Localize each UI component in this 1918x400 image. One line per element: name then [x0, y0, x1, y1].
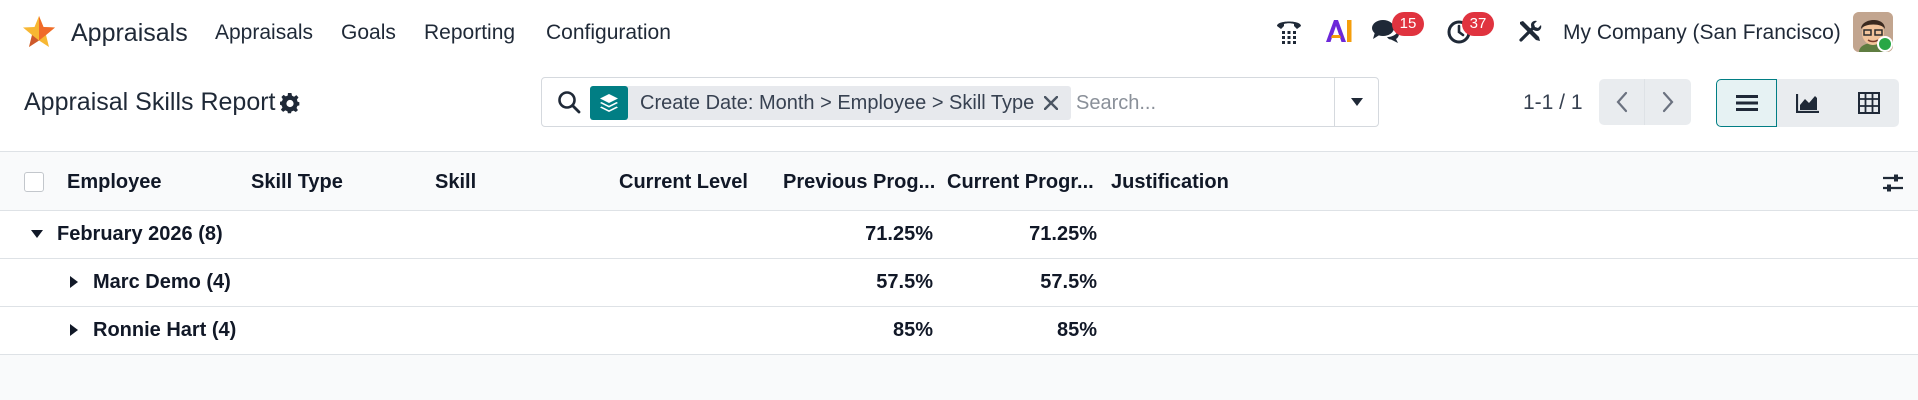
caret-down-icon — [1350, 98, 1363, 106]
caret-down-icon — [31, 230, 43, 238]
facet-close-icon[interactable] — [1038, 90, 1064, 116]
list-view-button[interactable] — [1716, 79, 1777, 127]
app-name[interactable]: Appraisals — [71, 19, 188, 48]
menu-reporting[interactable]: Reporting — [424, 21, 515, 45]
group-current-progress: 57.5% — [1040, 271, 1097, 293]
group-by-layers-icon — [590, 86, 628, 120]
caret-right-icon — [70, 276, 78, 288]
group-previous-progress: 85% — [892, 319, 933, 341]
caret-right-icon — [70, 324, 78, 336]
column-previous-progress[interactable]: Previous Prog... — [783, 171, 935, 194]
column-skill-type[interactable]: Skill Type — [251, 171, 343, 194]
pager-next-button[interactable] — [1645, 79, 1691, 125]
top-navbar: Appraisals Appraisals Goals Reporting Co… — [0, 0, 1918, 64]
column-current-level[interactable]: Current Level — [619, 171, 748, 194]
area-chart-icon — [1795, 94, 1819, 113]
group-row[interactable]: Ronnie Hart (4) 85% 85% — [0, 307, 1918, 355]
group-row[interactable]: February 2026 (8) 71.25% 71.25% — [0, 211, 1918, 259]
gear-icon[interactable] — [280, 93, 302, 115]
messages-badge: 15 — [1392, 12, 1424, 36]
skills-list: Employee Skill Type Skill Current Level … — [0, 153, 1918, 355]
search-input[interactable] — [1076, 86, 1326, 120]
appraisals-logo-icon[interactable] — [21, 15, 57, 49]
list-header: Employee Skill Type Skill Current Level … — [0, 153, 1918, 211]
group-label: February 2026 (8) — [57, 223, 223, 245]
menu-configuration[interactable]: Configuration — [546, 21, 671, 45]
company-switcher[interactable]: My Company (San Francisco) — [1563, 21, 1841, 45]
column-justification[interactable]: Justification — [1111, 171, 1229, 194]
column-employee[interactable]: Employee — [67, 171, 161, 194]
group-label: Marc Demo (4) — [93, 271, 231, 293]
column-current-progress[interactable]: Current Progr... — [947, 171, 1094, 194]
tools-icon[interactable] — [1513, 14, 1547, 48]
chevron-left-icon — [1616, 91, 1627, 113]
page-title: Appraisal Skills Report — [24, 88, 276, 116]
table-icon — [1857, 92, 1880, 114]
menu-appraisals[interactable]: Appraisals — [215, 21, 313, 45]
pager-value[interactable]: 1-1 / 1 — [1523, 91, 1583, 115]
search-options-toggle[interactable] — [1334, 78, 1378, 126]
group-label: Ronnie Hart (4) — [93, 319, 237, 341]
pivot-view-button[interactable] — [1838, 79, 1899, 127]
search-icon[interactable] — [556, 89, 582, 115]
graph-view-button[interactable] — [1777, 79, 1838, 127]
search-facet: Create Date: Month > Employee > Skill Ty… — [590, 86, 1071, 120]
select-all-checkbox[interactable] — [24, 172, 44, 192]
sliders-icon[interactable] — [1881, 171, 1905, 195]
column-skill[interactable]: Skill — [435, 171, 476, 194]
ai-icon[interactable] — [1322, 14, 1356, 48]
search-bar: Create Date: Month > Employee > Skill Ty… — [541, 77, 1379, 127]
menu-goals[interactable]: Goals — [341, 21, 396, 45]
pager-previous-button[interactable] — [1599, 79, 1645, 125]
group-row[interactable]: Marc Demo (4) 57.5% 57.5% — [0, 259, 1918, 307]
group-current-progress: 85% — [1056, 319, 1097, 341]
chevron-right-icon — [1662, 91, 1674, 113]
list-view-icon — [1735, 95, 1758, 111]
activities-badge: 37 — [1462, 12, 1494, 36]
presence-indicator — [1877, 36, 1893, 52]
phone-icon[interactable] — [1272, 14, 1306, 48]
group-previous-progress: 57.5% — [876, 271, 933, 293]
control-panel: Appraisal Skills Report Create Date: Mon… — [0, 64, 1918, 152]
facet-label: Create Date: Month > Employee > Skill Ty… — [640, 92, 1035, 114]
group-previous-progress: 71.25% — [865, 223, 933, 245]
group-current-progress: 71.25% — [1029, 223, 1097, 245]
